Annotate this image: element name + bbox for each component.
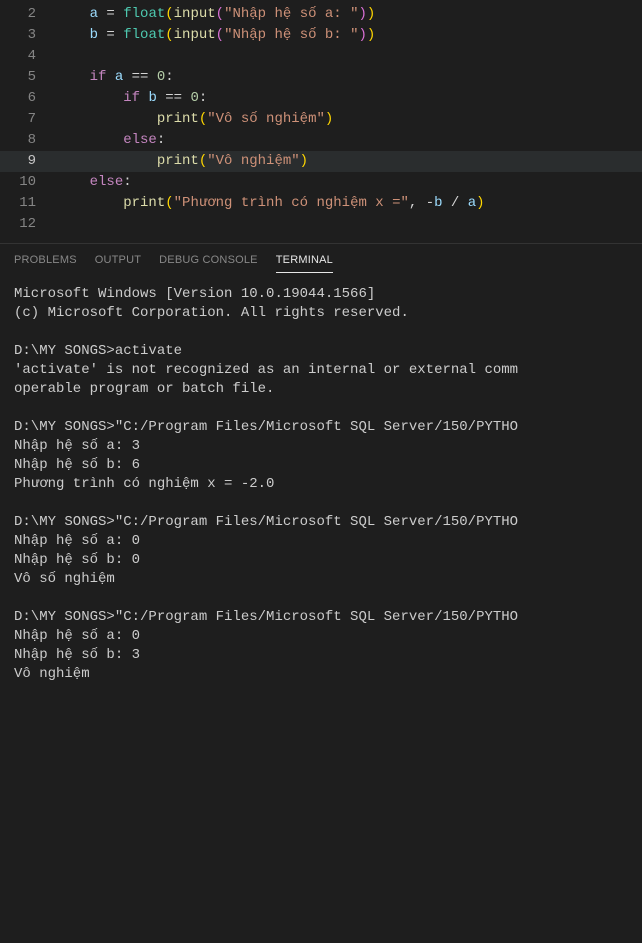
terminal-line: [14, 589, 628, 608]
tab-terminal[interactable]: TERMINAL: [276, 254, 333, 273]
line-number: 3: [0, 25, 56, 46]
code-line[interactable]: 5 if a == 0:: [0, 67, 642, 88]
code-content[interactable]: b = float(input("Nhập hệ số b: ")): [56, 25, 642, 46]
code-line[interactable]: 11 print("Phương trình có nghiệm x =", -…: [0, 193, 642, 214]
tab-output[interactable]: OUTPUT: [95, 254, 141, 273]
tab-debug-console[interactable]: DEBUG CONSOLE: [159, 254, 258, 273]
terminal-line: [14, 494, 628, 513]
code-editor[interactable]: 2 a = float(input("Nhập hệ số a: "))3 b …: [0, 0, 642, 243]
code-content[interactable]: print("Vô nghiệm"): [56, 151, 642, 172]
code-line[interactable]: 2 a = float(input("Nhập hệ số a: ")): [0, 4, 642, 25]
terminal-line: D:\MY SONGS>"C:/Program Files/Microsoft …: [14, 608, 628, 627]
code-line[interactable]: 3 b = float(input("Nhập hệ số b: ")): [0, 25, 642, 46]
terminal-line: operable program or batch file.: [14, 380, 628, 399]
code-line[interactable]: 9 print("Vô nghiệm"): [0, 151, 642, 172]
terminal-line: Nhập hệ số b: 0: [14, 551, 628, 570]
code-line[interactable]: 7 print("Vô số nghiệm"): [0, 109, 642, 130]
code-content[interactable]: else:: [56, 172, 642, 193]
terminal-line: Nhập hệ số b: 6: [14, 456, 628, 475]
terminal-line: Vô nghiệm: [14, 665, 628, 684]
panel-tabs: PROBLEMS OUTPUT DEBUG CONSOLE TERMINAL: [0, 244, 642, 279]
line-number: 2: [0, 4, 56, 25]
code-content[interactable]: print("Vô số nghiệm"): [56, 109, 642, 130]
line-number: 5: [0, 67, 56, 88]
line-number: 9: [0, 151, 56, 172]
line-number: 7: [0, 109, 56, 130]
line-number: 6: [0, 88, 56, 109]
terminal-line: 'activate' is not recognized as an inter…: [14, 361, 628, 380]
tab-problems[interactable]: PROBLEMS: [14, 254, 77, 273]
terminal-line: Nhập hệ số a: 0: [14, 532, 628, 551]
code-content[interactable]: [56, 214, 642, 235]
terminal-line: Vô số nghiệm: [14, 570, 628, 589]
line-number: 11: [0, 193, 56, 214]
line-number: 10: [0, 172, 56, 193]
terminal-line: D:\MY SONGS>"C:/Program Files/Microsoft …: [14, 513, 628, 532]
terminal-line: Phương trình có nghiệm x = -2.0: [14, 475, 628, 494]
terminal-line: D:\MY SONGS>activate: [14, 342, 628, 361]
terminal-line: Nhập hệ số b: 3: [14, 646, 628, 665]
terminal-output[interactable]: Microsoft Windows [Version 10.0.19044.15…: [0, 279, 642, 690]
code-content[interactable]: if b == 0:: [56, 88, 642, 109]
terminal-line: (c) Microsoft Corporation. All rights re…: [14, 304, 628, 323]
line-number: 4: [0, 46, 56, 67]
line-number: 8: [0, 130, 56, 151]
code-line[interactable]: 8 else:: [0, 130, 642, 151]
code-line[interactable]: 6 if b == 0:: [0, 88, 642, 109]
terminal-line: D:\MY SONGS>"C:/Program Files/Microsoft …: [14, 418, 628, 437]
terminal-line: Nhập hệ số a: 0: [14, 627, 628, 646]
code-content[interactable]: if a == 0:: [56, 67, 642, 88]
code-content[interactable]: print("Phương trình có nghiệm x =", -b /…: [56, 193, 642, 214]
terminal-line: Nhập hệ số a: 3: [14, 437, 628, 456]
code-content[interactable]: else:: [56, 130, 642, 151]
code-content[interactable]: a = float(input("Nhập hệ số a: ")): [56, 4, 642, 25]
terminal-line: [14, 399, 628, 418]
code-line[interactable]: 10 else:: [0, 172, 642, 193]
code-content[interactable]: [56, 46, 642, 67]
line-number: 12: [0, 214, 56, 235]
bottom-panel: PROBLEMS OUTPUT DEBUG CONSOLE TERMINAL M…: [0, 243, 642, 943]
code-line[interactable]: 12: [0, 214, 642, 235]
code-line[interactable]: 4: [0, 46, 642, 67]
terminal-line: [14, 323, 628, 342]
terminal-line: Microsoft Windows [Version 10.0.19044.15…: [14, 285, 628, 304]
